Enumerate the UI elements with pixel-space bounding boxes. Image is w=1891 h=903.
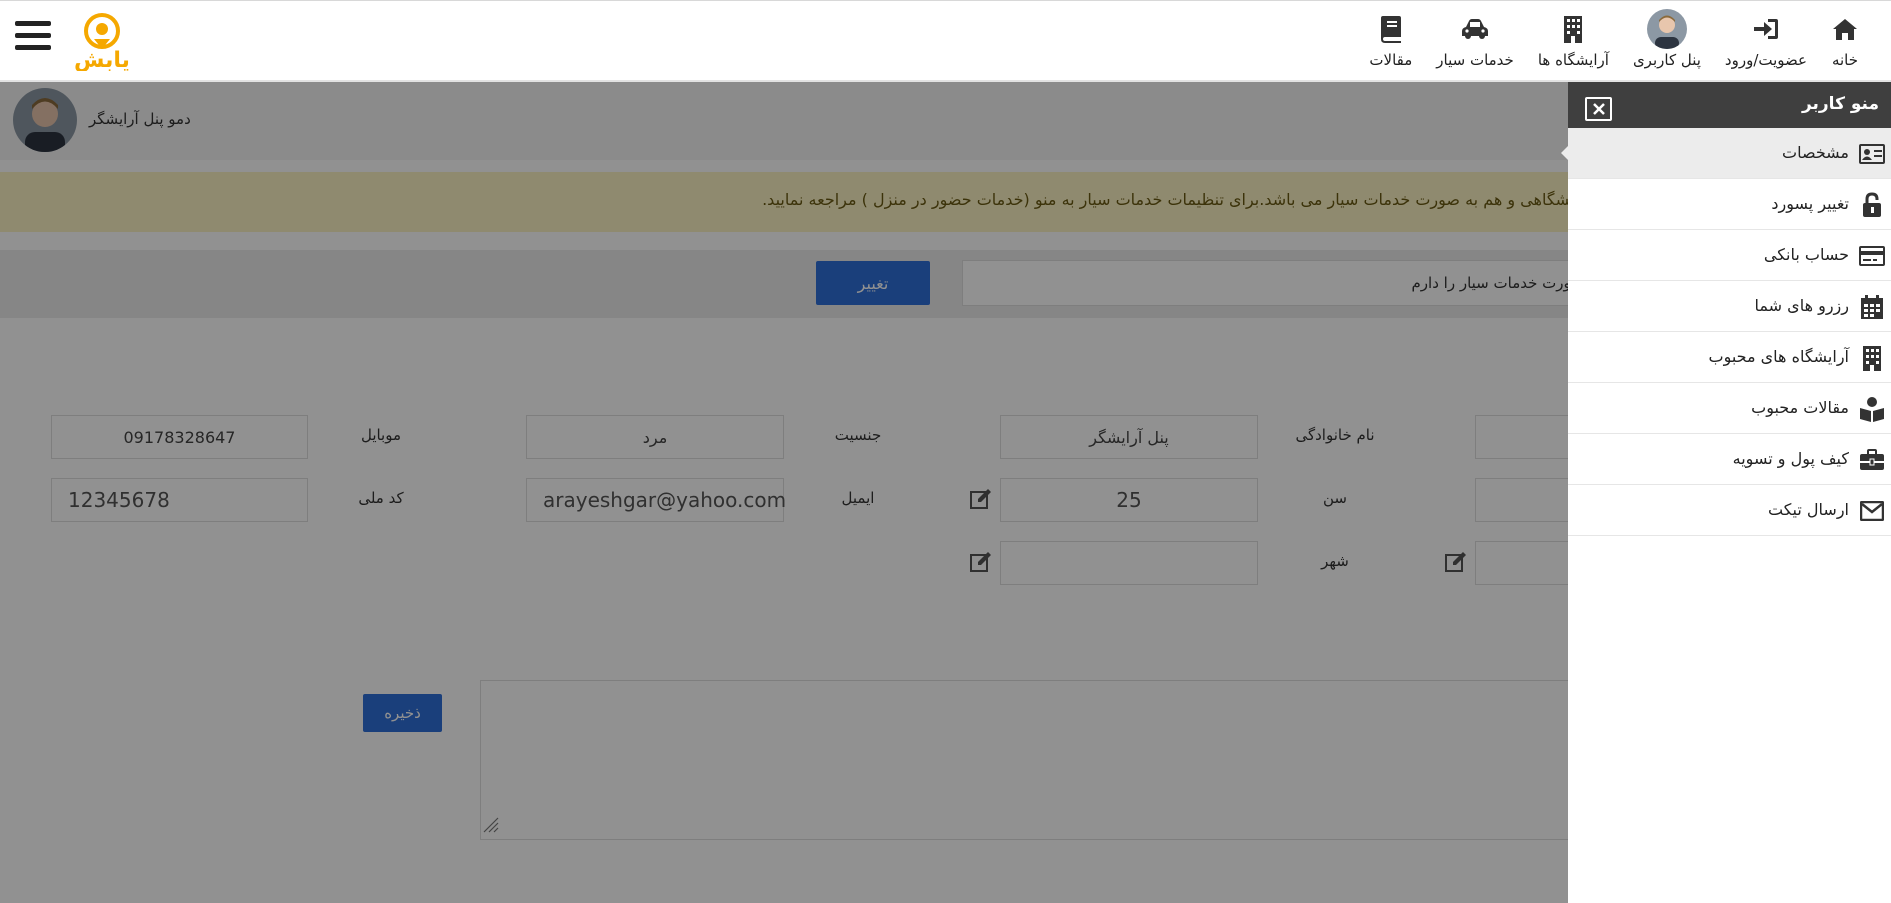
hamburger-menu-icon[interactable] (15, 21, 51, 55)
site-logo[interactable]: یابش (66, 9, 138, 73)
sidebar-item-label: آرایشگاه های محبوب (1708, 347, 1850, 366)
sidebar-item-label: حساب بانکی (1763, 245, 1849, 264)
sidebar-item-label: کیف پول و تسویه (1732, 449, 1849, 468)
sidebar-item-reservations[interactable]: رزرو های شما (1568, 281, 1891, 332)
nav-login-label: عضویت/ورود (1724, 51, 1807, 69)
user-avatar (1646, 9, 1687, 49)
sign-in-icon (1752, 11, 1780, 47)
user-menu-sidebar: منو کاربر مشخصات تغییر پسورد حساب بانکی … (1561, 82, 1891, 903)
close-icon[interactable] (1585, 97, 1612, 121)
sidebar-item-wallet[interactable]: کیف پول و تسویه (1568, 434, 1891, 485)
book-reader-icon (1859, 396, 1885, 422)
sidebar-item-favorite-articles[interactable]: مقالات محبوب (1568, 383, 1891, 434)
nav-mobile-services-label: خدمات سیار (1436, 51, 1514, 69)
nav-articles-label: مقالات (1369, 51, 1413, 69)
sidebar-item-label: مقالات محبوب (1751, 398, 1849, 417)
nav-login[interactable]: عضویت/ورود (1713, 11, 1819, 69)
car-icon (1461, 11, 1489, 47)
unlock-icon (1859, 192, 1885, 218)
sidebar-item-profile[interactable]: مشخصات (1561, 128, 1891, 179)
sidebar-item-label: ارسال تیکت (1768, 500, 1849, 519)
sidebar-item-favorite-salons[interactable]: آرایشگاه های محبوب (1568, 332, 1891, 383)
nav-salons[interactable]: آرایشگاه ها (1526, 11, 1621, 69)
main-nav: خانه عضویت/ورود پنل کاربری آرایشگاه ها خ… (1357, 9, 1871, 73)
sidebar-item-send-ticket[interactable]: ارسال تیکت (1568, 485, 1891, 536)
book-icon (1380, 11, 1402, 47)
sidebar-header: منو کاربر (1568, 82, 1891, 128)
credit-card-icon (1859, 243, 1885, 269)
envelope-icon (1859, 498, 1885, 524)
calendar-icon (1859, 294, 1885, 320)
nav-articles[interactable]: مقالات (1357, 11, 1424, 69)
sidebar-item-bank-account[interactable]: حساب بانکی (1568, 230, 1891, 281)
sidebar-item-change-password[interactable]: تغییر پسورد (1568, 179, 1891, 230)
sidebar-item-label: تغییر پسورد (1771, 194, 1849, 213)
nav-home-label: خانه (1831, 51, 1859, 69)
top-navbar: یابش خانه عضویت/ورود پنل کاربری آرایشگاه… (0, 0, 1891, 82)
modal-backdrop[interactable] (0, 82, 1568, 903)
nav-home[interactable]: خانه (1819, 11, 1871, 69)
id-card-icon (1859, 141, 1885, 167)
building-icon (1562, 11, 1584, 47)
nav-mobile-services[interactable]: خدمات سیار (1424, 11, 1526, 69)
briefcase-icon (1859, 447, 1885, 473)
nav-salons-label: آرایشگاه ها (1537, 51, 1609, 69)
building-icon (1859, 345, 1885, 371)
svg-text:یابش: یابش (74, 48, 130, 71)
nav-user-panel[interactable]: پنل کاربری (1621, 9, 1713, 69)
sidebar-item-label: مشخصات (1782, 143, 1849, 162)
sidebar-item-label: رزرو های شما (1754, 296, 1849, 315)
nav-user-panel-label: پنل کاربری (1632, 51, 1701, 69)
sidebar-title: منو کاربر (1801, 94, 1879, 114)
home-icon (1831, 11, 1859, 47)
